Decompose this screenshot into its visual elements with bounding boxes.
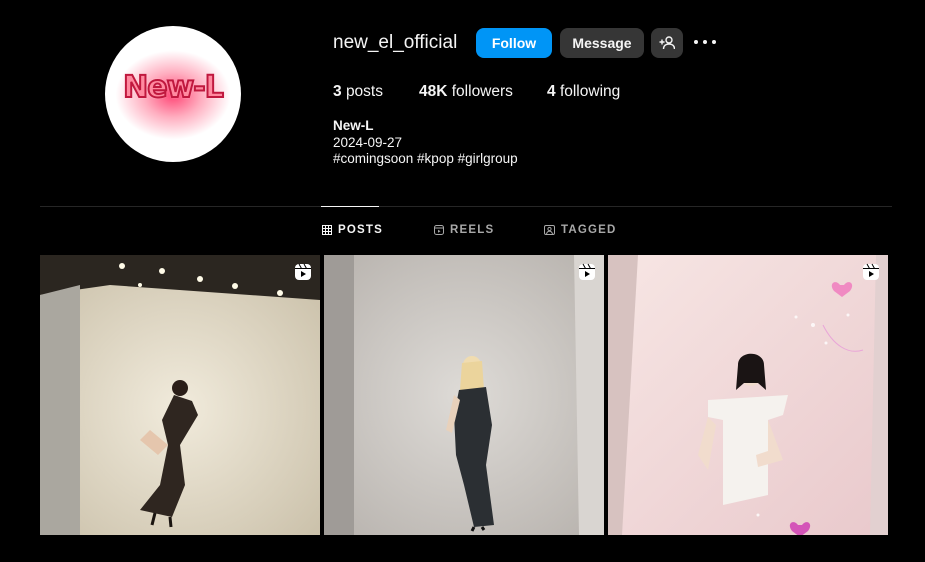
bio-line-hashtags[interactable]: #comingsoon #kpop #girlgroup bbox=[333, 151, 518, 168]
tab-tagged-label: TAGGED bbox=[561, 224, 617, 236]
post-tile[interactable] bbox=[40, 255, 320, 535]
more-icon-dot bbox=[703, 40, 707, 44]
post-photo bbox=[40, 255, 320, 535]
active-tab-indicator bbox=[321, 206, 379, 207]
followers-label: followers bbox=[451, 83, 513, 100]
reels-icon bbox=[579, 263, 595, 280]
more-icon-dot bbox=[694, 40, 698, 44]
reels-icon bbox=[863, 263, 879, 280]
posts-count: 3 bbox=[333, 83, 342, 100]
post-photo bbox=[608, 255, 888, 535]
post-photo bbox=[324, 255, 604, 535]
profile-bio: New-L 2024-09-27 #comingsoon #kpop #girl… bbox=[333, 118, 518, 168]
posts-label: posts bbox=[345, 83, 383, 100]
following-stat[interactable]: 4 following bbox=[547, 83, 620, 101]
posts-stat: 3 posts bbox=[333, 83, 383, 101]
followers-count: 48K bbox=[419, 83, 448, 100]
post-tile[interactable] bbox=[608, 255, 888, 535]
suggest-accounts-button[interactable] bbox=[651, 28, 683, 58]
tab-reels[interactable]: REELS bbox=[434, 224, 494, 236]
tab-reels-label: REELS bbox=[450, 224, 495, 236]
tabs-divider bbox=[40, 206, 892, 207]
reels-icon bbox=[295, 263, 311, 280]
profile-username: new_el_official bbox=[333, 32, 458, 53]
tagged-icon bbox=[544, 225, 555, 235]
post-tile[interactable] bbox=[324, 255, 604, 535]
tab-posts-label: POSTS bbox=[338, 224, 383, 236]
tab-tagged[interactable]: TAGGED bbox=[544, 224, 617, 236]
follow-button[interactable]: Follow bbox=[476, 28, 552, 58]
message-button[interactable]: Message bbox=[560, 28, 644, 58]
tab-posts[interactable]: POSTS bbox=[322, 224, 383, 236]
bio-line-date: 2024-09-27 bbox=[333, 134, 403, 150]
avatar-logo: New-L bbox=[122, 69, 225, 106]
grid-icon bbox=[322, 225, 332, 235]
following-count: 4 bbox=[547, 83, 556, 100]
following-label: following bbox=[559, 83, 621, 100]
profile-avatar[interactable]: New-L bbox=[105, 26, 241, 162]
more-icon-dot bbox=[712, 40, 716, 44]
bio-name: New-L bbox=[333, 118, 374, 133]
followers-stat[interactable]: 48K followers bbox=[419, 83, 513, 101]
more-options-button[interactable] bbox=[694, 34, 716, 50]
person-add-icon bbox=[659, 36, 675, 50]
reels-icon bbox=[434, 225, 444, 235]
